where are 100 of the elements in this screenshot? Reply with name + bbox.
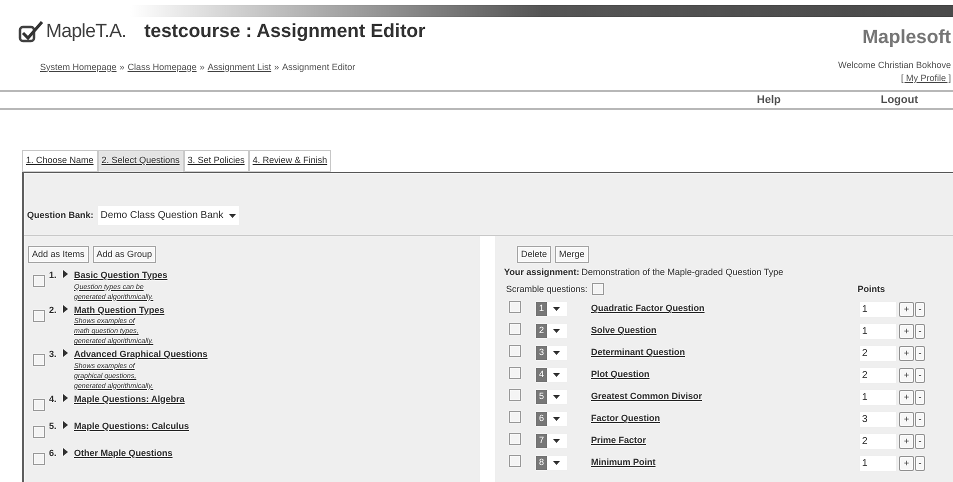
toolbar-button[interactable]: Merge	[555, 246, 589, 263]
increase-button[interactable]: +	[899, 412, 914, 426]
question-title-link[interactable]: Solve Question	[591, 324, 860, 338]
group-title-link[interactable]: Maple Questions: Algebra	[74, 392, 185, 406]
expand-arrow-icon[interactable]	[63, 448, 68, 456]
increase-button[interactable]: +	[899, 302, 914, 316]
checkbox[interactable]	[33, 275, 45, 287]
question-title-link[interactable]: Prime Factor	[591, 434, 860, 448]
order-select[interactable]: 4	[536, 368, 567, 382]
group-title-link[interactable]: Advanced Graphical Questions	[74, 348, 208, 362]
points-field[interactable]: 2	[860, 434, 896, 448]
checkbox[interactable]	[33, 452, 45, 464]
breadcrumb-link[interactable]: System Homepage	[40, 60, 117, 74]
expand-arrow-icon[interactable]	[63, 270, 68, 278]
order-select[interactable]: 5	[536, 390, 567, 404]
question-bank-label: Question Bank:	[27, 208, 94, 222]
order-select[interactable]: 3	[536, 346, 567, 360]
points-field[interactable]: 1	[860, 456, 896, 470]
checkbox[interactable]	[509, 301, 521, 313]
points-field[interactable]: 1	[860, 324, 896, 338]
profile-link[interactable]: [ My Profile ]	[900, 72, 951, 86]
decrease-button[interactable]: -	[915, 324, 925, 338]
wizard-tab[interactable]: 4. Review & Finish	[248, 150, 332, 172]
checkbox[interactable]	[509, 367, 521, 379]
question-title-link[interactable]: Determinant Question	[591, 346, 860, 360]
caret-icon	[553, 417, 560, 421]
expand-arrow-icon[interactable]	[63, 394, 68, 402]
order-select[interactable]: 8	[536, 456, 567, 470]
checkbox[interactable]	[33, 310, 45, 322]
decrease-button[interactable]: -	[915, 412, 925, 426]
points-header: Points	[857, 282, 885, 296]
checkbox[interactable]	[509, 411, 521, 423]
expand-arrow-icon[interactable]	[63, 304, 68, 312]
checkbox[interactable]	[592, 283, 604, 296]
expand-arrow-icon[interactable]	[63, 420, 68, 428]
caret-icon	[553, 461, 560, 465]
question-bank-select[interactable]: Demo Class Question Bank	[98, 206, 240, 225]
increase-button[interactable]: +	[899, 456, 914, 470]
question-title-link[interactable]: Quadratic Factor Question	[591, 302, 860, 316]
scramble-label: Scramble questions:	[506, 282, 588, 296]
wizard-tab[interactable]: 2. Select Questions	[98, 150, 184, 172]
expand-arrow-icon[interactable]	[63, 349, 68, 357]
breadcrumb-text: »	[200, 60, 205, 74]
nav-link[interactable]: Logout	[880, 92, 918, 108]
logo-text: MapleT.A.	[46, 20, 126, 44]
checkbox[interactable]	[33, 398, 45, 410]
question-title-link[interactable]: Greatest Common Divisor	[591, 390, 860, 404]
checkbox[interactable]	[509, 323, 521, 335]
increase-button[interactable]: +	[899, 390, 914, 404]
nav-link[interactable]: Help	[756, 92, 781, 108]
group-number: 4.	[49, 392, 58, 406]
order-select[interactable]: 1	[536, 302, 567, 316]
question-title-link[interactable]: Plot Question	[591, 368, 860, 382]
assignment-label: Your assignment:	[504, 266, 580, 279]
checkmark-logo-icon	[18, 21, 44, 44]
caret-icon	[553, 351, 560, 355]
group-number: 2.	[49, 304, 58, 316]
points-field[interactable]: 2	[860, 368, 896, 382]
points-field[interactable]: 1	[860, 302, 896, 316]
breadcrumb-link[interactable]: Class Homepage	[128, 60, 197, 74]
wizard-tab[interactable]: 3. Set Policies	[184, 150, 249, 172]
increase-button[interactable]: +	[899, 324, 914, 338]
breadcrumb-link[interactable]: Assignment List	[208, 60, 272, 74]
checkbox[interactable]	[509, 455, 521, 467]
decrease-button[interactable]: -	[915, 302, 925, 316]
points-field[interactable]: 1	[860, 390, 896, 404]
wizard-tab[interactable]: 1. Choose Name	[22, 150, 98, 172]
order-select[interactable]: 6	[536, 412, 567, 426]
decrease-button[interactable]: -	[915, 390, 925, 404]
toolbar-button[interactable]: Add as Items	[28, 246, 89, 263]
group-title-link[interactable]: Other Maple Questions	[74, 446, 173, 460]
order-select[interactable]: 2	[536, 324, 567, 338]
points-field[interactable]: 3	[860, 412, 896, 426]
increase-button[interactable]: +	[899, 368, 914, 382]
caret-icon	[553, 329, 560, 333]
points-field[interactable]: 2	[860, 346, 896, 360]
caret-icon	[553, 373, 560, 377]
decrease-button[interactable]: -	[915, 368, 925, 382]
checkbox[interactable]	[33, 354, 45, 366]
checkbox[interactable]	[509, 433, 521, 445]
order-select[interactable]: 7	[536, 434, 567, 448]
checkbox[interactable]	[509, 345, 521, 357]
checkbox[interactable]	[33, 426, 45, 438]
increase-button[interactable]: +	[899, 346, 914, 360]
question-title-link[interactable]: Minimum Point	[591, 456, 860, 470]
decrease-button[interactable]: -	[915, 456, 925, 470]
decrease-button[interactable]: -	[915, 346, 925, 360]
group-number: 1.	[49, 269, 58, 282]
group-title-link[interactable]: Maple Questions: Calculus	[74, 420, 190, 433]
assignment-name: Demonstration of the Maple-graded Question Type	[581, 266, 784, 279]
question-title-link[interactable]: Factor Question	[591, 412, 860, 426]
checkbox[interactable]	[509, 389, 521, 401]
welcome-text: Welcome Christian Bokhove	[838, 58, 951, 72]
increase-button[interactable]: +	[899, 434, 914, 448]
group-title-link[interactable]: Basic Question Types	[74, 269, 168, 282]
decrease-button[interactable]: -	[915, 434, 925, 448]
group-number: 6.	[49, 446, 58, 460]
group-title-link[interactable]: Math Question Types	[74, 304, 164, 317]
toolbar-button[interactable]: Add as Group	[92, 246, 156, 263]
toolbar-button[interactable]: Delete	[517, 246, 552, 263]
